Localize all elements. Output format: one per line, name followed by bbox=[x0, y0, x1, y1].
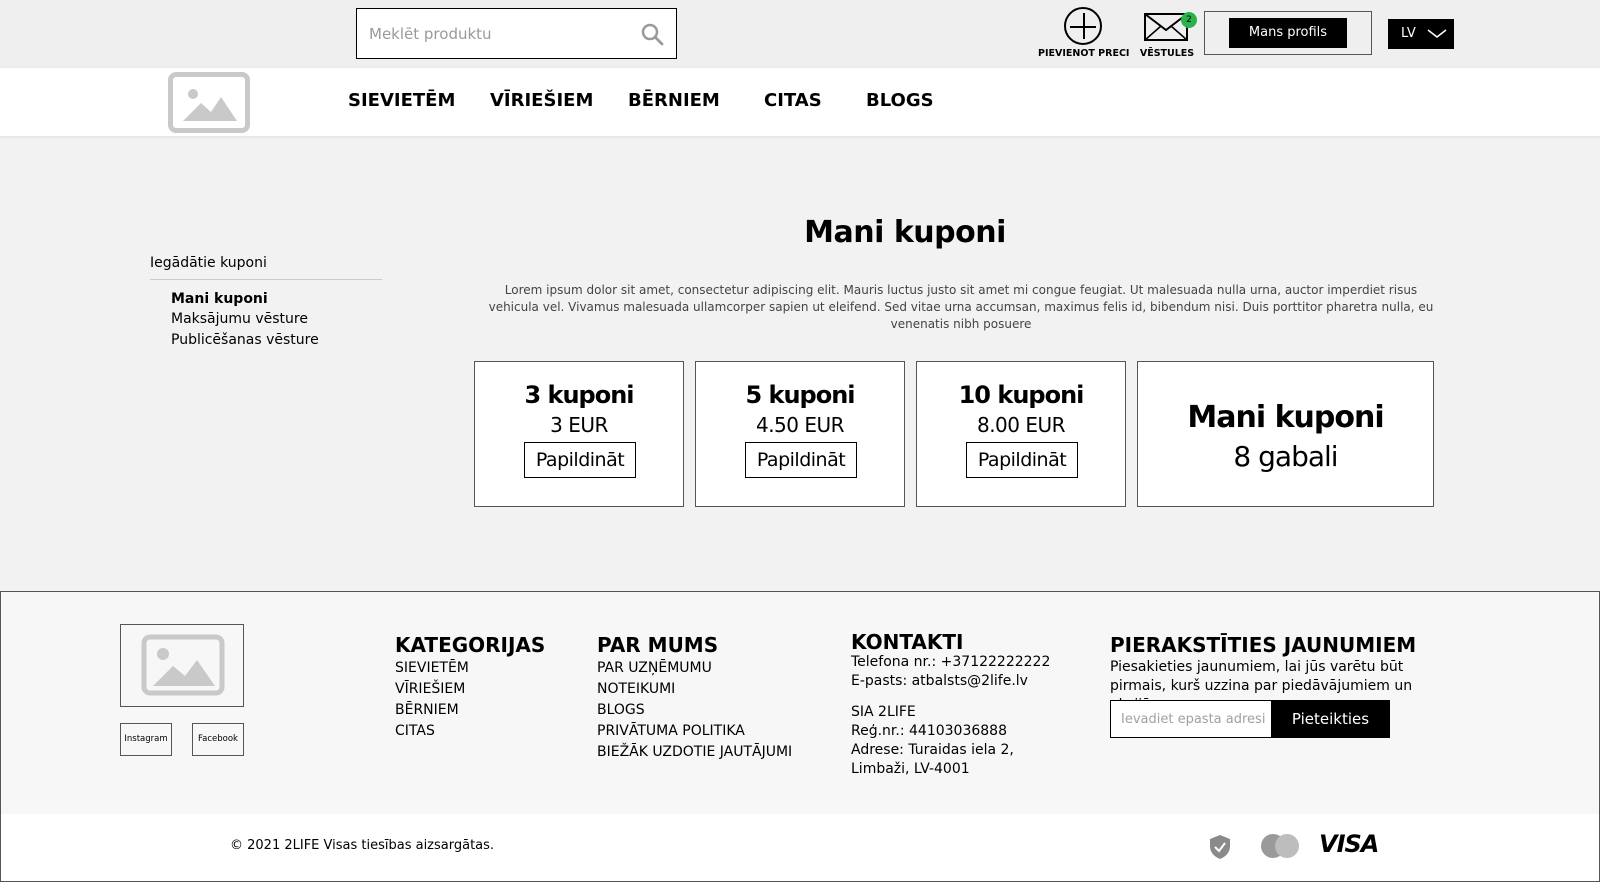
package-price: 3 EUR bbox=[550, 413, 608, 437]
language-value: LV bbox=[1401, 26, 1416, 41]
nav-item-other[interactable]: CITAS bbox=[764, 90, 822, 111]
total-count: 8 gabali bbox=[1233, 440, 1338, 473]
contact-address: Adrese: Turaidas iela 2, bbox=[851, 742, 1014, 758]
top-up-button[interactable]: Papildināt bbox=[524, 442, 636, 478]
footer-link[interactable]: CITAS bbox=[395, 721, 545, 742]
footer-link[interactable]: BĒRNIEM bbox=[395, 700, 545, 721]
add-product-label: PIEVIENOT PRECI bbox=[1038, 48, 1130, 59]
subscribe-button[interactable]: Pieteikties bbox=[1271, 700, 1390, 738]
chevron-down-icon bbox=[1427, 29, 1447, 38]
image-placeholder-icon bbox=[141, 634, 225, 696]
main-nav: SIEVIETĒM VĪRIEŠIEM BĒRNIEM CITAS BLOGS bbox=[0, 68, 1600, 136]
sidebar-divider bbox=[150, 279, 382, 280]
sidebar-item-my-coupons[interactable]: Mani kuponi bbox=[171, 291, 268, 307]
package-name: 3 kuponi bbox=[524, 381, 634, 409]
nav-item-men[interactable]: VĪRIEŠIEM bbox=[490, 90, 593, 111]
footer-bottom-bar: © 2021 2LIFE Visas tiesības aizsargātas.… bbox=[0, 814, 1600, 882]
plus-icon bbox=[1064, 7, 1102, 45]
top-bar: PIEVIENOT PRECI 2 VĒSTULES Mans profils … bbox=[0, 0, 1600, 68]
footer-link[interactable]: BIEŽĀK UZDOTIE JAUTĀJUMI bbox=[597, 742, 792, 763]
footer-link[interactable]: SIEVIETĒM bbox=[395, 658, 545, 679]
footer-heading: KONTAKTI bbox=[851, 630, 964, 654]
mastercard-icon bbox=[1261, 834, 1299, 858]
total-title: Mani kuponi bbox=[1187, 400, 1384, 435]
footer-link[interactable]: BLOGS bbox=[597, 700, 792, 721]
sidebar-item-payment-history[interactable]: Maksājumu vēsture bbox=[171, 311, 308, 327]
footer-link[interactable]: PAR UZŅĒMUMU bbox=[597, 658, 792, 679]
package-name: 5 kuponi bbox=[745, 381, 855, 409]
contact-company: SIA 2LIFE bbox=[851, 704, 916, 720]
contact-reg: Reģ.nr.: 44103036888 bbox=[851, 723, 1007, 739]
search-icon[interactable] bbox=[640, 22, 664, 46]
footer-heading: KATEGORIJAS bbox=[395, 633, 546, 657]
footer-logo[interactable] bbox=[120, 624, 244, 707]
nav-item-blog[interactable]: BLOGS bbox=[866, 90, 934, 111]
contact-phone: Telefona nr.: +37122222222 bbox=[851, 654, 1051, 670]
top-up-button[interactable]: Papildināt bbox=[966, 442, 1078, 478]
nav-item-women[interactable]: SIEVIETĒM bbox=[348, 90, 455, 111]
profile-container: Mans profils bbox=[1204, 11, 1372, 55]
instagram-link[interactable]: Instagram bbox=[120, 723, 172, 756]
visa-logo: VISA bbox=[1319, 830, 1379, 858]
top-up-button[interactable]: Papildināt bbox=[745, 442, 857, 478]
footer-heading: PAR MUMS bbox=[597, 633, 719, 657]
coupon-package-card: 5 kuponi 4.50 EUR Papildināt bbox=[695, 361, 905, 507]
messages-button[interactable]: 2 VĒSTULES bbox=[1138, 7, 1197, 67]
footer-heading: PIERAKSTĪTIES JAUNUMIEM bbox=[1110, 633, 1417, 657]
footer-link[interactable]: VĪRIEŠIEM bbox=[395, 679, 545, 700]
site-logo[interactable] bbox=[168, 72, 250, 133]
page-description: Lorem ipsum dolor sit amet, consectetur … bbox=[488, 283, 1434, 331]
newsletter-form: Pieteikties bbox=[1110, 700, 1390, 738]
page-title: Mani kuponi bbox=[804, 215, 1006, 250]
image-placeholder-icon bbox=[183, 89, 237, 121]
messages-count-badge: 2 bbox=[1181, 12, 1197, 28]
footer-categories: KATEGORIJAS SIEVIETĒM VĪRIEŠIEM BĒRNIEM … bbox=[395, 633, 545, 742]
add-product-button[interactable]: PIEVIENOT PRECI bbox=[1038, 7, 1130, 67]
footer-about: PAR MUMS PAR UZŅĒMUMU NOTEIKUMI BLOGS PR… bbox=[597, 633, 792, 763]
profile-button[interactable]: Mans profils bbox=[1229, 18, 1347, 48]
messages-label: VĒSTULES bbox=[1139, 48, 1195, 59]
facebook-link[interactable]: Facebook bbox=[192, 723, 244, 756]
my-coupons-total-card: Mani kuponi 8 gabali bbox=[1137, 361, 1434, 507]
shield-icon bbox=[1210, 835, 1230, 859]
sidebar-heading: Iegādātie kuponi bbox=[150, 255, 267, 271]
contact-address: Limbaži, LV-4001 bbox=[851, 761, 970, 777]
footer: Instagram Facebook KATEGORIJAS SIEVIETĒM… bbox=[0, 591, 1600, 814]
newsletter-email-input[interactable] bbox=[1110, 700, 1271, 738]
contact-email[interactable]: E-pasts: atbalsts@2life.lv bbox=[851, 672, 1050, 691]
copyright: © 2021 2LIFE Visas tiesības aizsargātas. bbox=[230, 838, 495, 853]
coupon-package-card: 3 kuponi 3 EUR Papildināt bbox=[474, 361, 684, 507]
search-box bbox=[356, 8, 677, 59]
footer-link[interactable]: PRIVĀTUMA POLITIKA bbox=[597, 721, 792, 742]
footer-link[interactable]: NOTEIKUMI bbox=[597, 679, 792, 700]
package-price: 4.50 EUR bbox=[755, 413, 845, 437]
language-select[interactable]: LV bbox=[1388, 19, 1454, 49]
footer-contacts: KONTAKTI Telefona nr.: +37122222222 E-pa… bbox=[851, 630, 1051, 779]
package-name: 10 kuponi bbox=[958, 381, 1085, 409]
sidebar-item-publishing-history[interactable]: Publicēšanas vēsture bbox=[171, 332, 319, 348]
coupon-package-card: 10 kuponi 8.00 EUR Papildināt bbox=[916, 361, 1126, 507]
package-price: 8.00 EUR bbox=[976, 413, 1066, 437]
nav-item-children[interactable]: BĒRNIEM bbox=[628, 90, 720, 111]
search-input[interactable] bbox=[369, 21, 629, 47]
footer-newsletter: PIERAKSTĪTIES JAUNUMIEM Piesakieties jau… bbox=[1110, 633, 1470, 793]
